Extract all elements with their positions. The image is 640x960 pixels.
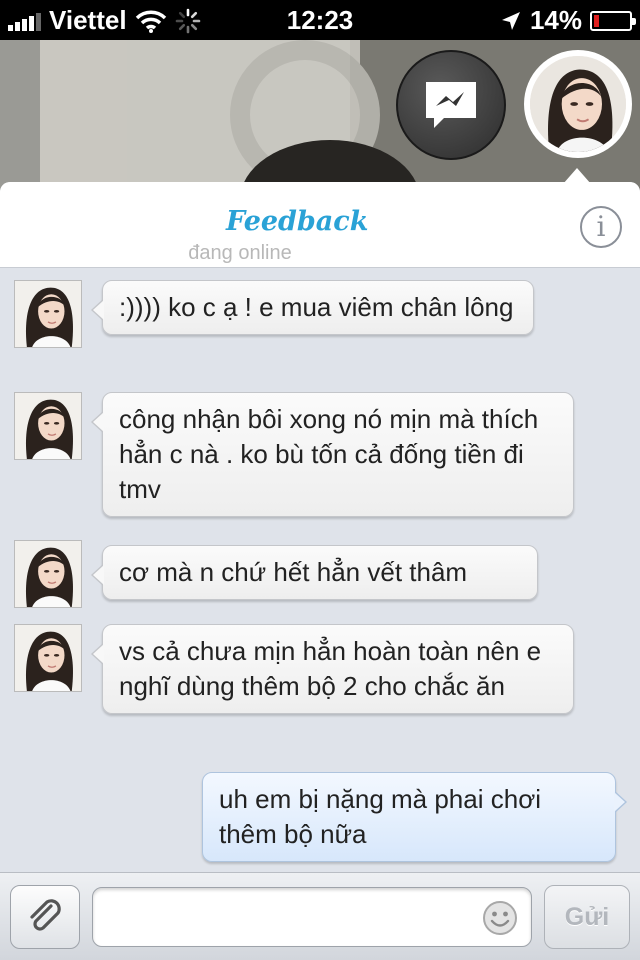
location-arrow-icon [501, 11, 520, 30]
paperclip-icon [30, 899, 61, 931]
user-chat-head[interactable] [524, 50, 632, 158]
battery-icon [590, 10, 636, 31]
sender-avatar[interactable] [14, 624, 82, 692]
attach-button[interactable] [10, 885, 80, 949]
battery-percentage: 14% [529, 5, 582, 35]
message-bubble-incoming: vs cả chưa mịn hẳn hoàn toàn nên e nghĩ … [91, 624, 574, 714]
chat-header: đang online Feedback i [0, 182, 640, 268]
message-bubble-incoming: cơ mà n chứ hết hẳn vết thâm [91, 545, 538, 600]
message-bubble-incoming: :)))) ko c ạ ! e mua viêm chân lông [91, 280, 534, 335]
sender-avatar[interactable] [14, 392, 82, 460]
message-input[interactable] [92, 887, 532, 947]
sender-avatar[interactable] [14, 540, 82, 608]
user-avatar [530, 56, 626, 152]
status-bar: Viettel 12:23 14% [0, 0, 640, 40]
info-icon[interactable]: i [580, 206, 622, 248]
message-composer: Gửi [0, 872, 640, 960]
chat-head-pointer [563, 168, 591, 184]
sender-avatar[interactable] [14, 280, 82, 348]
conversation-title[interactable]: Feedback [226, 206, 368, 237]
chat-panel: đang online Feedback i :)))) ko c ạ ! e … [0, 182, 640, 960]
message-bubble-outgoing: uh em bị nặng mà phai chơi thêm bộ nữa [202, 772, 627, 862]
messenger-bolt-icon [426, 82, 476, 128]
presence-status: đang online [188, 242, 292, 264]
send-button[interactable]: Gửi [544, 885, 630, 949]
smiley-icon[interactable] [482, 900, 518, 936]
message-bubble-incoming: công nhận bôi xong nó mịn mà thích hẳn c… [91, 392, 574, 517]
battery-level [594, 14, 600, 27]
messenger-chat-head[interactable] [396, 50, 506, 160]
